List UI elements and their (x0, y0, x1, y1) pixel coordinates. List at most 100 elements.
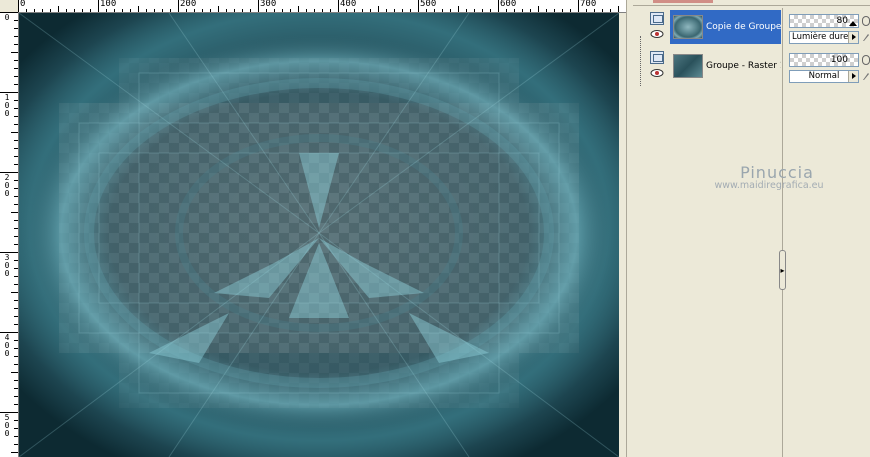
blend-mode-select[interactable]: Lumière dure (789, 31, 859, 44)
ruler-tick (14, 340, 18, 341)
ruler-label: 400 (4, 333, 10, 358)
ruler-tick (0, 332, 18, 333)
ruler-tick (14, 76, 18, 77)
ruler-tick (14, 308, 18, 309)
ruler-tick (14, 284, 18, 285)
ruler-tick (26, 9, 27, 12)
link-icon[interactable] (862, 55, 870, 65)
layer-name-box[interactable]: Copie de Groupe - Raster 1 (670, 10, 781, 44)
ruler-tick (14, 260, 18, 261)
ruler-tick (570, 9, 571, 12)
brush-icon[interactable] (862, 71, 870, 81)
ruler-tick (474, 9, 475, 12)
ruler-tick (506, 9, 507, 12)
palette-title-fragment (653, 0, 713, 3)
ruler-label: 300 (260, 0, 277, 9)
ruler-tick (514, 9, 515, 12)
ruler-tick (218, 6, 219, 12)
eye-icon[interactable] (650, 29, 664, 39)
ruler-tick (0, 172, 18, 173)
ruler-tick (14, 188, 18, 189)
ruler-tick (11, 212, 18, 213)
ruler-tick (306, 9, 307, 12)
watermark: Pinuccia www.maidiregrafica.eu (702, 163, 852, 191)
ruler-tick (490, 9, 491, 12)
ruler-label: 600 (500, 0, 517, 9)
ruler-tick (0, 92, 18, 93)
ruler-tick (14, 108, 18, 109)
ruler-tick (0, 412, 18, 413)
ruler-tick (14, 84, 18, 85)
dropdown-arrow-icon[interactable] (848, 71, 858, 82)
ruler-tick (14, 396, 18, 397)
ruler-label: 500 (4, 413, 10, 438)
canvas-artwork (19, 13, 619, 457)
image-canvas[interactable] (19, 13, 619, 457)
ruler-tick (290, 9, 291, 12)
ruler-tick (530, 9, 531, 12)
brush-icon[interactable] (862, 32, 870, 42)
ruler-tick (14, 388, 18, 389)
ruler-tick (14, 356, 18, 357)
ruler-tick (618, 6, 619, 12)
ruler-tick (194, 9, 195, 12)
ruler-tick (482, 9, 483, 12)
ruler-left[interactable]: 0 100 200 300 400 500 (0, 12, 19, 457)
ruler-tick (0, 12, 18, 13)
ruler-tick (14, 380, 18, 381)
ruler-tick (498, 0, 499, 12)
ruler-tick (594, 9, 595, 12)
ruler-label: 100 (4, 93, 10, 118)
ruler-tick (18, 0, 19, 12)
ruler-tick (14, 28, 18, 29)
ruler-tick (586, 9, 587, 12)
layer-name-box[interactable]: Groupe - Raster 1 (670, 49, 781, 83)
ruler-label: 500 (420, 0, 437, 9)
palette-title-bar[interactable] (633, 0, 870, 6)
ruler-tick (14, 428, 18, 429)
layer-properties: 80 Lumière dure 100 Normal (785, 8, 870, 457)
ruler-tick (14, 116, 18, 117)
ruler-tick (11, 132, 18, 133)
ruler-tick (58, 6, 59, 12)
ruler-tick (34, 9, 35, 12)
layer-name: Copie de Groupe - Raster 1 (706, 22, 781, 32)
ruler-tick (434, 9, 435, 12)
ruler-tick (114, 9, 115, 12)
ruler-tick (442, 9, 443, 12)
ruler-tick (450, 9, 451, 12)
ruler-tick (14, 244, 18, 245)
ruler-tick (394, 9, 395, 12)
ruler-tick (14, 100, 18, 101)
ruler-tick (314, 9, 315, 12)
ruler-tick (354, 9, 355, 12)
ruler-tick (11, 52, 18, 53)
ruler-tick (14, 156, 18, 157)
ruler-tick (226, 9, 227, 12)
ruler-tick (90, 9, 91, 12)
ruler-tick (546, 9, 547, 12)
ruler-tick (14, 20, 18, 21)
layers-palette: Copie de Groupe - Raster 1 Groupe - Rast… (633, 0, 870, 457)
eye-icon[interactable] (650, 68, 664, 78)
ruler-tick (82, 9, 83, 12)
ruler-tick (11, 292, 18, 293)
ruler-tick (14, 404, 18, 405)
opacity-field[interactable]: 100 (789, 53, 859, 67)
opacity-field[interactable]: 80 (789, 14, 859, 28)
dropdown-arrow-icon[interactable] (848, 32, 858, 43)
link-icon[interactable] (862, 16, 870, 26)
ruler-top[interactable]: 0 100 200 300 400 500 600 700 (18, 0, 626, 13)
blend-mode-select[interactable]: Normal (789, 70, 859, 83)
ruler-tick (234, 9, 235, 12)
ruler-tick (14, 268, 18, 269)
ruler-tick (14, 164, 18, 165)
layer-row-groupe[interactable]: Groupe - Raster 1 (646, 49, 781, 83)
layer-thumbnail (673, 14, 703, 39)
ruler-tick (14, 204, 18, 205)
ruler-tick (14, 60, 18, 61)
opacity-slider-arrow-icon[interactable] (849, 21, 857, 26)
ruler-tick (370, 9, 371, 12)
ruler-tick (11, 452, 18, 453)
layer-row-copie[interactable]: Copie de Groupe - Raster 1 (646, 10, 781, 44)
